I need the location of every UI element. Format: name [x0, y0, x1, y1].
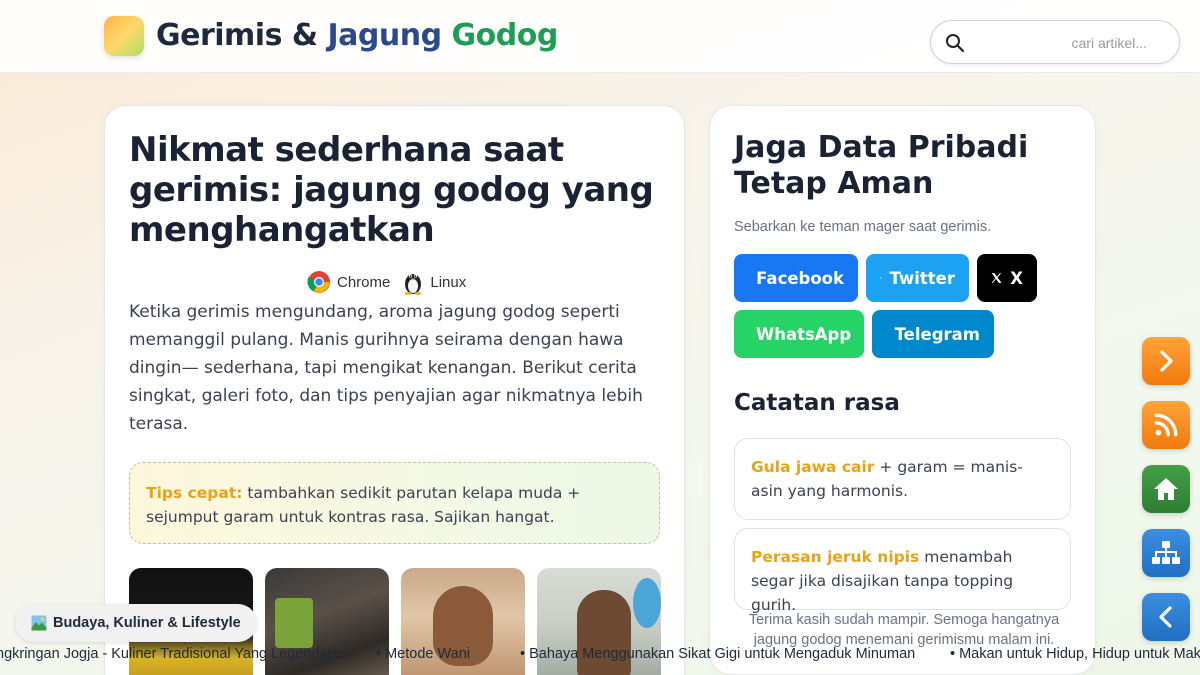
tips-label: Tips cepat: [146, 484, 243, 502]
home-button[interactable] [1142, 465, 1190, 513]
next-button[interactable] [1142, 337, 1190, 385]
chrome-icon [307, 271, 330, 293]
share-card-title: Jaga Data Pribadi Tetap Aman [734, 130, 1029, 201]
badge-chrome-label: Chrome [337, 273, 391, 291]
share-twitter-button[interactable]: Twitter [866, 254, 969, 302]
share-facebook-button[interactable]: Facebook [734, 254, 858, 302]
site-brand[interactable]: Gerimis & Jagung Godog [156, 18, 558, 53]
share-whatsapp-button[interactable]: WhatsApp [734, 310, 864, 358]
news-ticker: ngkringan Jogja - Kuliner Tradisional Ya… [0, 646, 1200, 668]
badge-linux: Linux [402, 269, 466, 295]
rss-feed-button[interactable] [1142, 401, 1190, 449]
ticker-item[interactable]: • Bahaya Menggunakan Sikat Gigi untuk Me… [520, 646, 915, 662]
brand-part-1: Gerimis & [156, 18, 328, 53]
brand-part-3: Godog [451, 18, 559, 53]
note-item: Gula jawa cair + garam = manis-asin yang… [734, 438, 1071, 520]
x-logo-icon [991, 273, 1002, 283]
home-icon [1154, 478, 1178, 500]
telegram-label: Telegram [894, 324, 980, 344]
platform-badges: Chrome Linux [307, 268, 466, 296]
quick-tips-box: Tips cepat: tambahkan sedikit parutan ke… [129, 462, 660, 544]
share-x-button[interactable]: X [977, 254, 1037, 302]
ticker-item[interactable]: ngkringan Jogja - Kuliner Tradisional Ya… [0, 646, 343, 662]
note-highlight: Gula jawa cair [751, 458, 875, 476]
brand-part-2: Jagung [327, 18, 452, 53]
share-card-subtitle: Sebarkan ke teman mager saat gerimis. [734, 219, 992, 235]
facebook-label: Facebook [756, 268, 844, 288]
landscape-icon [31, 615, 47, 631]
article-intro: Ketika gerimis mengundang, aroma jagung … [129, 302, 643, 434]
twitter-label: Twitter [889, 268, 955, 288]
site-logo[interactable] [104, 16, 144, 56]
search-box[interactable] [930, 20, 1180, 64]
telegram-icon [886, 333, 887, 335]
note-highlight: Perasan jeruk nipis [751, 548, 920, 566]
thanks-message: Terima kasih sudah mampir. Semoga hangat… [748, 612, 1060, 648]
sitemap-button[interactable] [1142, 529, 1190, 577]
note-item: Perasan jeruk nipis menambah segar jika … [734, 528, 1071, 614]
badge-chrome: Chrome [307, 270, 390, 294]
notes-title: Catatan rasa [734, 390, 900, 416]
linux-tux-icon [404, 274, 422, 295]
rss-icon [1154, 413, 1178, 437]
search-input[interactable] [975, 29, 1165, 57]
sitemap-icon [1152, 541, 1180, 564]
x-label: X [1010, 268, 1023, 288]
whatsapp-label: WhatsApp [756, 324, 852, 344]
category-chip[interactable]: Budaya, Kuliner & Lifestyle [15, 604, 257, 642]
article-title: Nikmat sederhana saat gerimis: jagung go… [129, 130, 654, 250]
twitter-bird-icon [880, 277, 882, 279]
chevron-left-icon [1159, 606, 1172, 628]
search-icon[interactable] [945, 33, 965, 53]
ticker-item[interactable]: • Metode Wani [376, 646, 470, 662]
site-header: Gerimis & Jagung Godog [0, 0, 1200, 73]
ticker-item[interactable]: • Makan untuk Hidup, Hidup untuk Mak [950, 646, 1200, 662]
chevron-right-icon [1160, 350, 1173, 372]
share-telegram-button[interactable]: Telegram [872, 310, 994, 358]
badge-linux-label: Linux [430, 273, 467, 291]
category-chip-label: Budaya, Kuliner & Lifestyle [53, 615, 241, 631]
back-button[interactable] [1142, 593, 1190, 641]
